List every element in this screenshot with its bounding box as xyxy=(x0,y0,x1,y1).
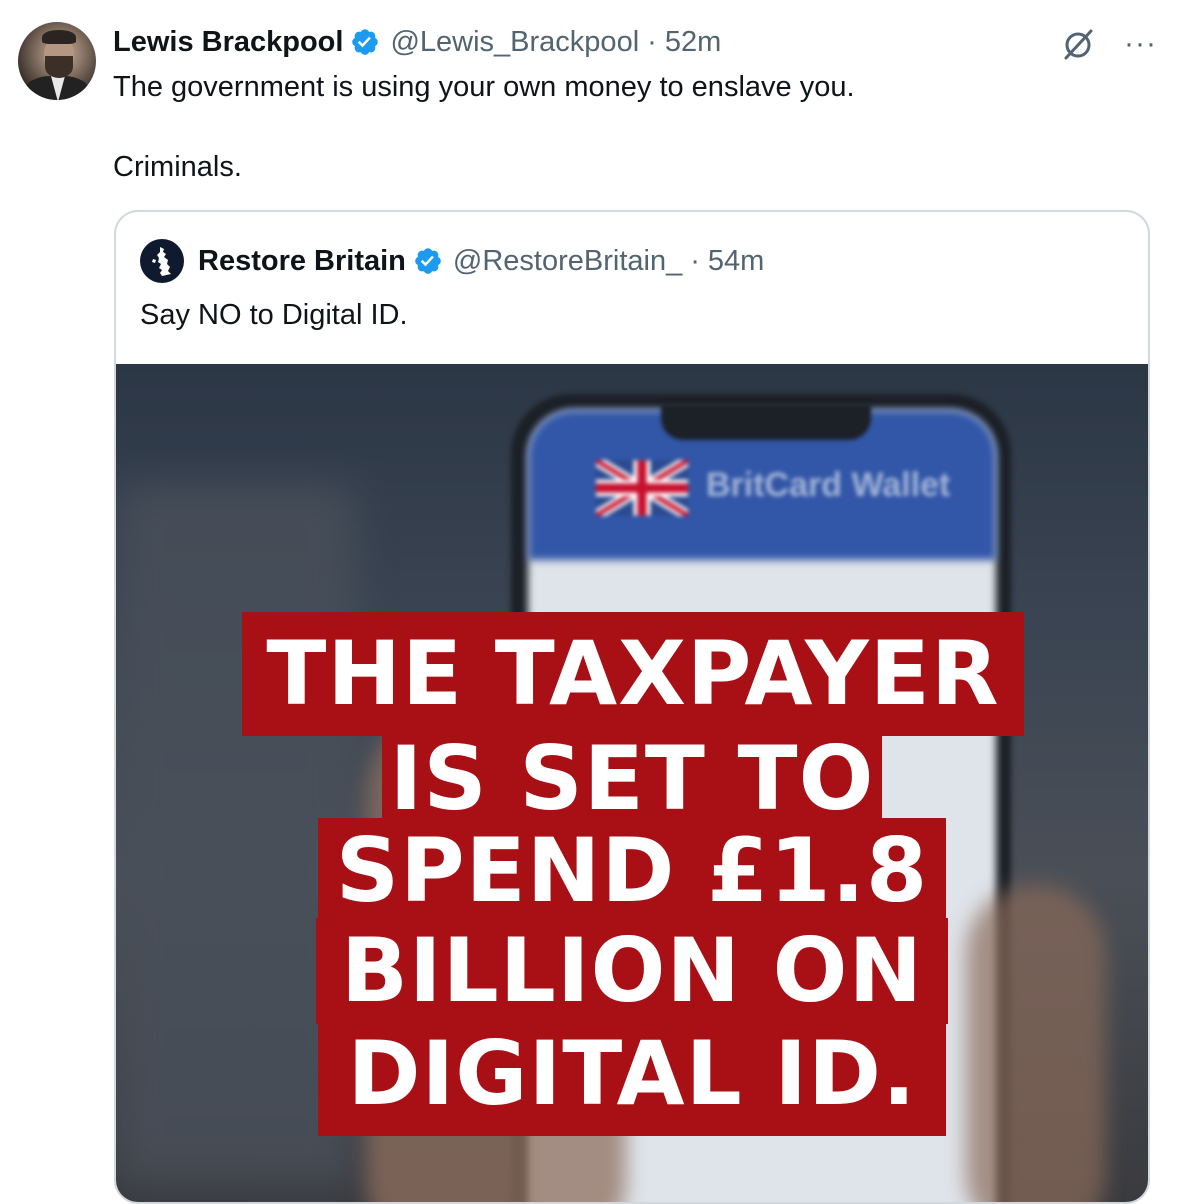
tweet-text-line-1: The government is using your own money t… xyxy=(113,71,855,103)
quoted-author-handle[interactable]: @RestoreBritain_ xyxy=(453,245,682,278)
avatar-hair xyxy=(42,30,76,44)
author-handle[interactable]: @Lewis_Brackpool xyxy=(390,26,639,59)
headline-line-4: BILLION ON xyxy=(316,918,948,1024)
quoted-tweet-text: Say NO to Digital ID. xyxy=(140,299,408,331)
quoted-author-name[interactable]: Restore Britain xyxy=(198,245,406,278)
headline-line-3: SPEND £1.8 xyxy=(318,818,946,924)
avatar-beard xyxy=(45,56,73,78)
media-headline: THE TAXPAYER IS SET TO SPEND £1.8 BILLIO… xyxy=(116,364,1148,1202)
more-options-icon[interactable]: ··· xyxy=(1124,29,1157,59)
uk-map-icon xyxy=(152,247,171,276)
quoted-separator-dot: · xyxy=(690,244,700,277)
headline-line-5: DIGITAL ID. xyxy=(318,1018,946,1136)
quoted-media-image[interactable]: BritCard Wallet THE TAXPAYER IS SET TO S… xyxy=(116,364,1148,1202)
separator-dot: · xyxy=(647,25,657,58)
tweet-header: Lewis Brackpool @Lewis_Brackpool · 52m xyxy=(113,22,721,62)
tweet-top-actions: ··· xyxy=(1058,24,1157,64)
quoted-author-avatar[interactable] xyxy=(140,239,184,283)
author-avatar[interactable] xyxy=(18,22,96,100)
quoted-verified-badge-icon xyxy=(415,248,441,274)
author-name[interactable]: Lewis Brackpool xyxy=(113,26,343,59)
tweet-text-line-2: Criminals. xyxy=(113,151,242,183)
headline-line-1: THE TAXPAYER xyxy=(242,612,1024,736)
grok-slash-circle-icon[interactable] xyxy=(1058,24,1098,64)
quoted-tweet-header: Restore Britain @RestoreBritain_ · 54m xyxy=(140,239,764,283)
verified-badge-icon xyxy=(352,29,379,55)
headline-line-2: IS SET TO xyxy=(382,726,882,832)
quoted-timestamp[interactable]: 54m xyxy=(708,245,764,278)
quoted-tweet[interactable]: Restore Britain @RestoreBritain_ · 54m S… xyxy=(114,210,1150,1204)
tweet-body: The government is using your own money t… xyxy=(113,68,1113,186)
tweet-timestamp[interactable]: 52m xyxy=(665,26,721,59)
